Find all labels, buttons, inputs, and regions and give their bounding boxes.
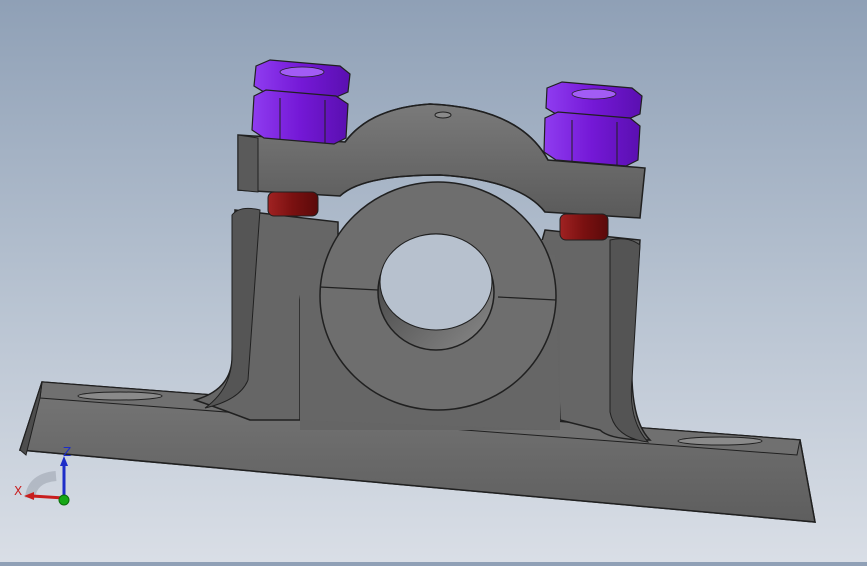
x-axis-label: X bbox=[14, 484, 22, 498]
grease-hole bbox=[434, 111, 452, 119]
mounting-slot-left bbox=[77, 391, 163, 401]
mounting-slot-right bbox=[677, 436, 763, 446]
y-axis-dot-icon bbox=[58, 494, 70, 506]
orientation-triad[interactable]: Z X bbox=[8, 440, 80, 512]
spacer-right bbox=[559, 213, 609, 241]
hex-nut-left-bottom bbox=[251, 89, 349, 145]
hex-nut-right-bottom bbox=[543, 111, 641, 167]
shaft-bore bbox=[377, 233, 495, 351]
spacer-left bbox=[267, 191, 319, 217]
z-axis-label: Z bbox=[63, 445, 71, 459]
model-render bbox=[18, 59, 816, 523]
3d-viewport[interactable] bbox=[0, 0, 867, 562]
